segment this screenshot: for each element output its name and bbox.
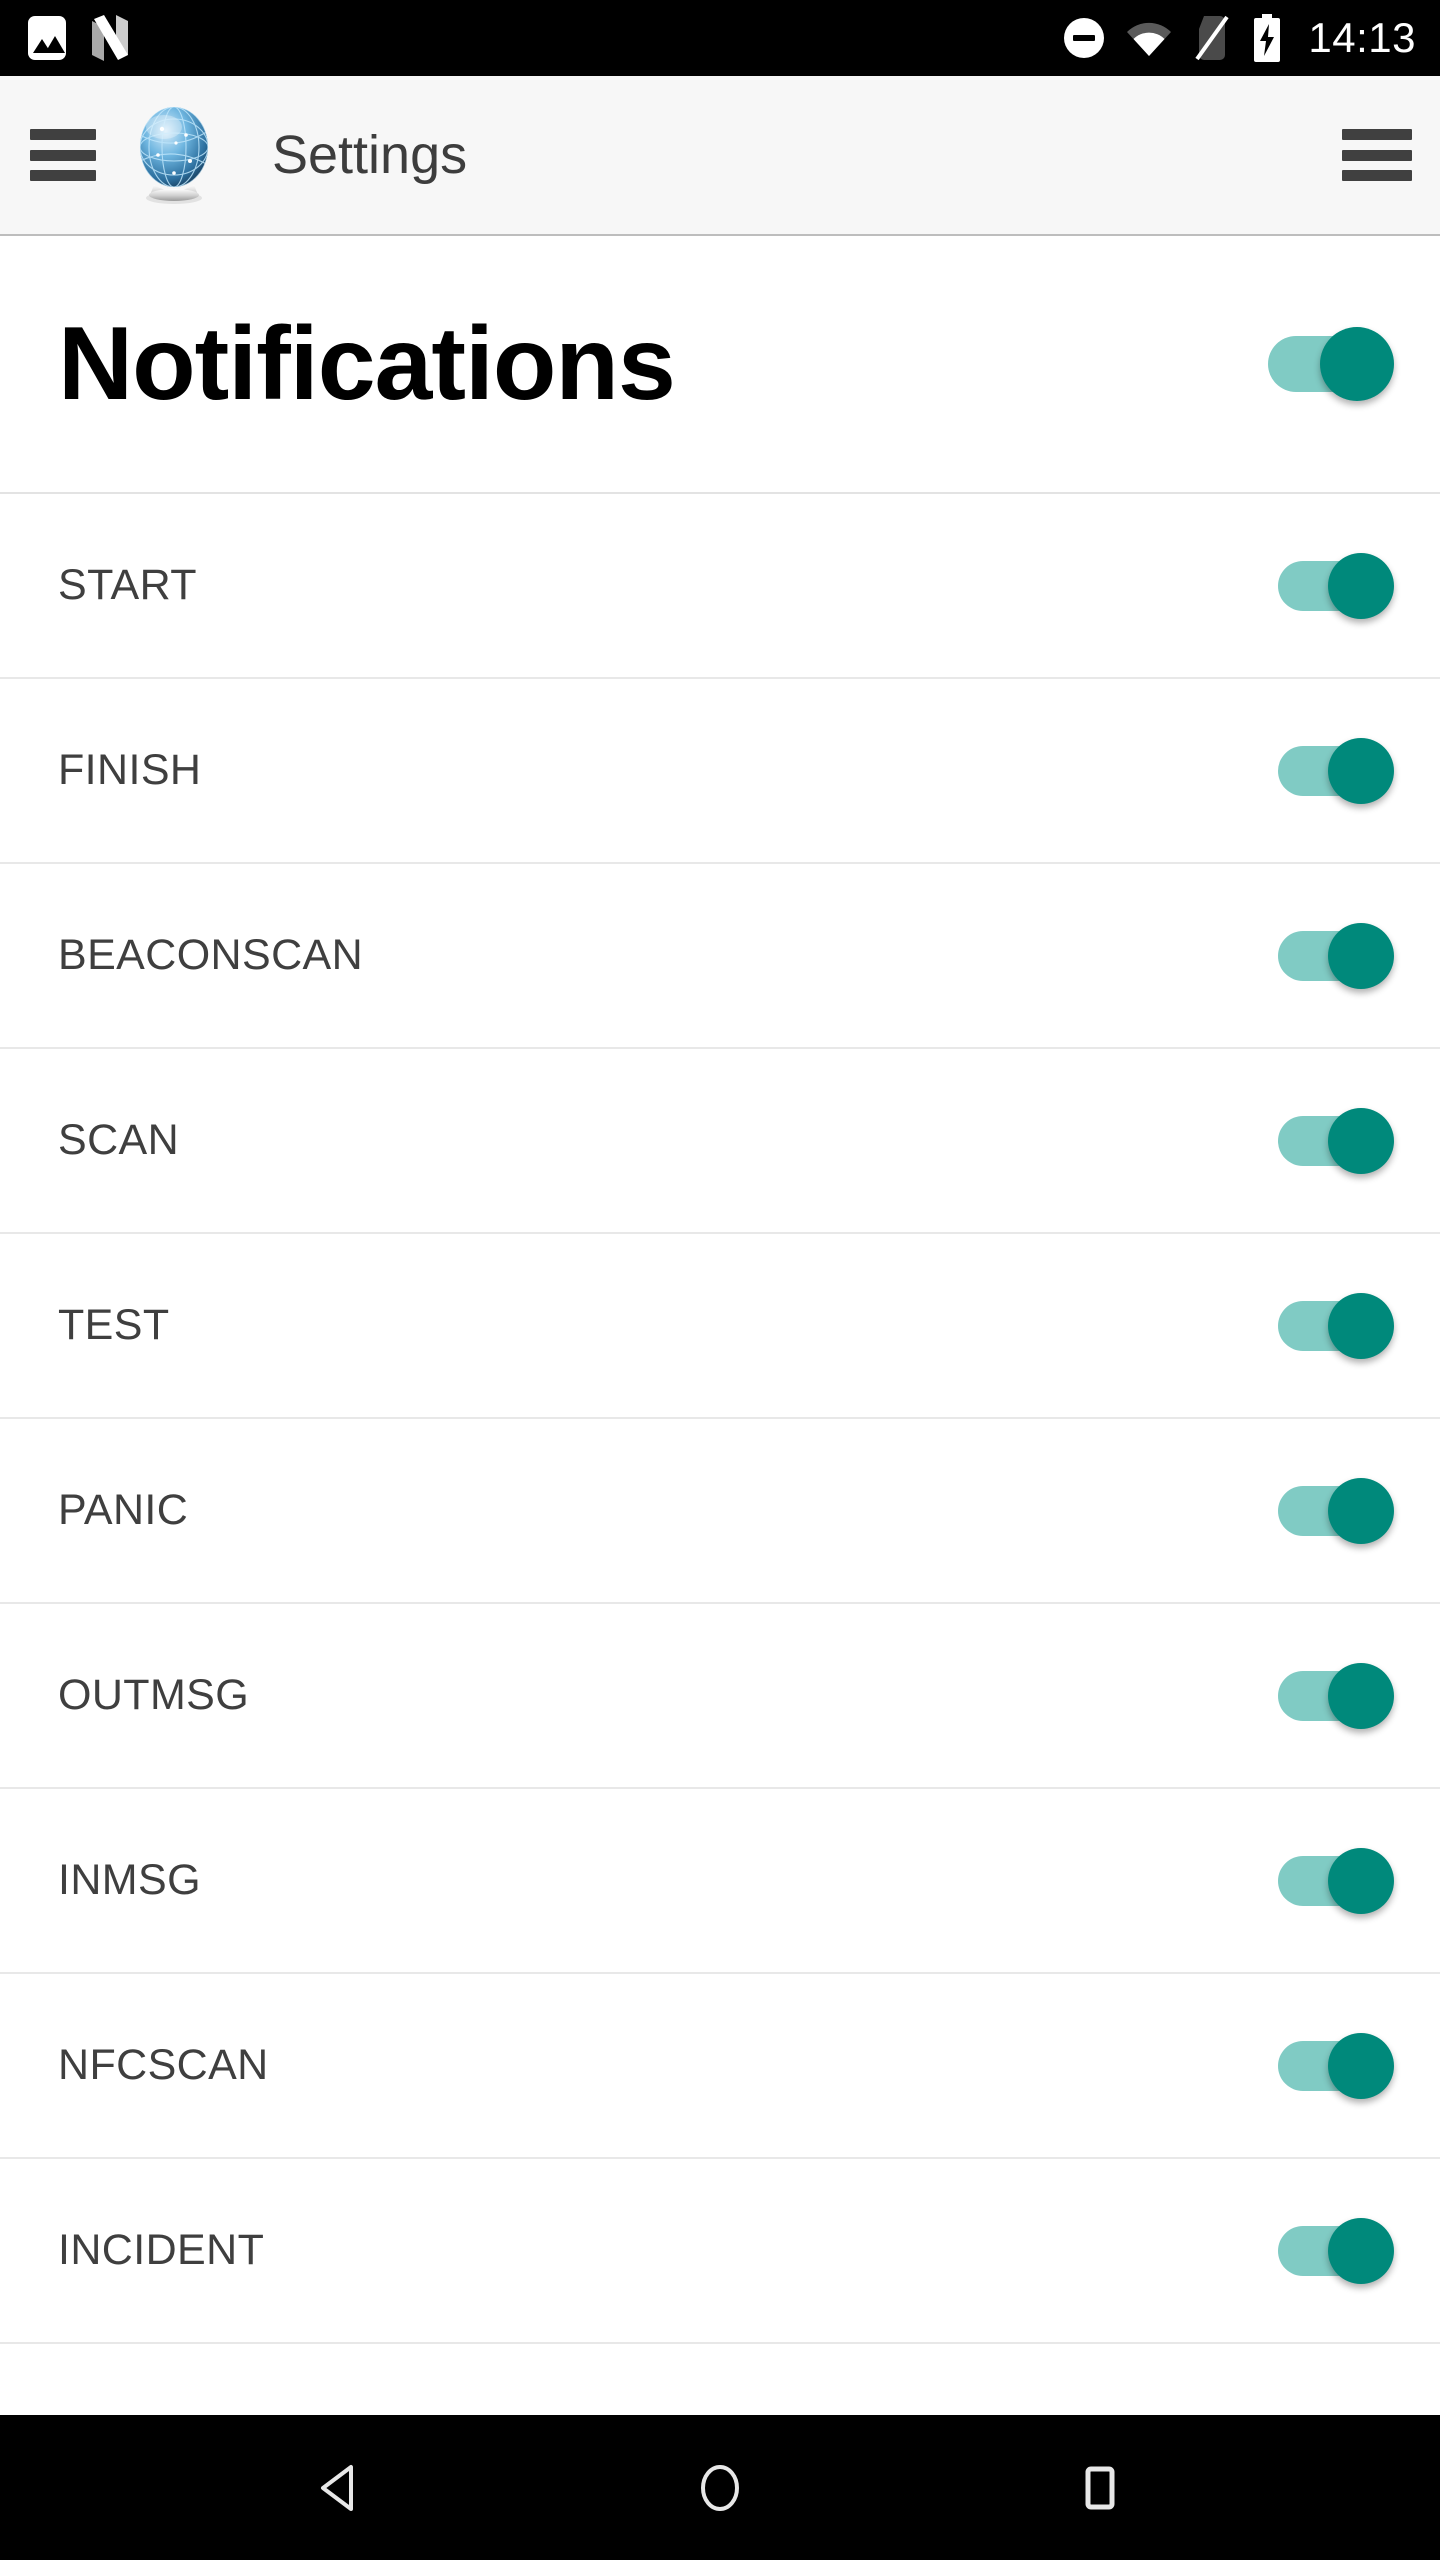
notification-row-toggle[interactable] (1278, 1661, 1394, 1731)
notification-row-toggle[interactable] (1278, 736, 1394, 806)
switch-thumb (1328, 1477, 1394, 1544)
notification-row[interactable]: FINISH (0, 679, 1440, 864)
hamburger-bar (30, 170, 96, 181)
notification-row-label: PANIC (58, 1486, 189, 1534)
no-sim-icon (1195, 15, 1230, 61)
notification-row[interactable]: BEACONSCAN (0, 864, 1440, 1049)
notification-row[interactable]: INMSG (0, 1789, 1440, 1974)
hamburger-menu-icon[interactable] (30, 129, 96, 181)
notification-row-label: OUTMSG (58, 1671, 250, 1719)
notification-row-toggle[interactable] (1278, 1476, 1394, 1546)
notification-row-label: BEACONSCAN (58, 931, 364, 979)
notifications-master-toggle[interactable] (1268, 325, 1394, 403)
notification-row-toggle[interactable] (1278, 921, 1394, 991)
home-button[interactable] (660, 2428, 780, 2548)
switch-thumb (1328, 737, 1394, 804)
notification-row-label: START (58, 561, 197, 609)
overflow-bar (1342, 129, 1412, 140)
screenshot-icon (28, 16, 66, 60)
page-title: Settings (272, 125, 468, 185)
status-bar-right-icons: 14:13 (1064, 14, 1416, 62)
status-bar: 14:13 (0, 0, 1440, 76)
hamburger-bar (30, 129, 96, 140)
notification-row-label: SCAN (58, 1116, 180, 1164)
recents-square-icon (1085, 2466, 1115, 2509)
switch-thumb (1320, 327, 1394, 401)
notification-row-toggle[interactable] (1278, 1291, 1394, 1361)
battery-charging-icon (1254, 14, 1281, 62)
globe-sphere-logo (140, 107, 208, 204)
switch-thumb (1328, 1662, 1394, 1729)
switch-thumb (1328, 2217, 1394, 2284)
notification-row[interactable]: NFCSCAN (0, 1974, 1440, 2159)
settings-list: Notifications START FINISH BEACONSCAN SCAN T… (0, 236, 1440, 2415)
notification-row-toggle[interactable] (1278, 2216, 1394, 2286)
switch-thumb (1328, 1292, 1394, 1359)
wifi-icon (1127, 22, 1172, 56)
back-triangle-icon (321, 2464, 353, 2511)
notification-row-toggle[interactable] (1278, 1106, 1394, 1176)
overflow-bar (1342, 170, 1412, 181)
notification-row-label: NFCSCAN (58, 2041, 269, 2089)
switch-thumb (1328, 1847, 1394, 1914)
notification-row[interactable]: TEST (0, 1234, 1440, 1419)
do-not-disturb-icon (1064, 18, 1105, 58)
app-bar: Settings (0, 76, 1440, 236)
android-navigation-bar (0, 2415, 1440, 2560)
notification-rows: START FINISH BEACONSCAN SCAN TEST PANIC OUTMSG… (0, 494, 1440, 2344)
overflow-menu-icon[interactable] (1342, 129, 1412, 181)
notification-row-label: TEST (58, 1301, 170, 1349)
notification-row-label: FINISH (58, 746, 202, 794)
notification-row-toggle[interactable] (1278, 551, 1394, 621)
notification-row-label: INMSG (58, 1856, 201, 1904)
switch-thumb (1328, 552, 1394, 619)
hamburger-bar (30, 149, 96, 161)
back-button[interactable] (280, 2428, 400, 2548)
home-circle-icon (701, 2464, 739, 2511)
notification-row-toggle[interactable] (1278, 1846, 1394, 1916)
switch-thumb (1328, 1107, 1394, 1174)
notification-row[interactable]: INCIDENT (0, 2159, 1440, 2344)
notification-row-toggle[interactable] (1278, 2031, 1394, 2101)
notification-row[interactable]: OUTMSG (0, 1604, 1440, 1789)
status-bar-clock: 14:13 (1308, 14, 1416, 61)
android-screen: 14:13 Settings Notifications START FINIS… (0, 0, 1440, 2560)
notification-row[interactable]: PANIC (0, 1419, 1440, 1604)
recents-button[interactable] (1040, 2428, 1160, 2548)
notification-row[interactable]: START (0, 494, 1440, 679)
status-bar-left-icons (28, 15, 132, 61)
section-title: Notifications (58, 306, 676, 422)
android-nougat-icon (92, 15, 128, 61)
notification-row-label: INCIDENT (58, 2226, 265, 2274)
overflow-bar (1342, 149, 1412, 161)
switch-thumb (1328, 2032, 1394, 2099)
notification-row[interactable]: SCAN (0, 1049, 1440, 1234)
section-header-notifications[interactable]: Notifications (0, 236, 1440, 494)
switch-thumb (1328, 922, 1394, 989)
